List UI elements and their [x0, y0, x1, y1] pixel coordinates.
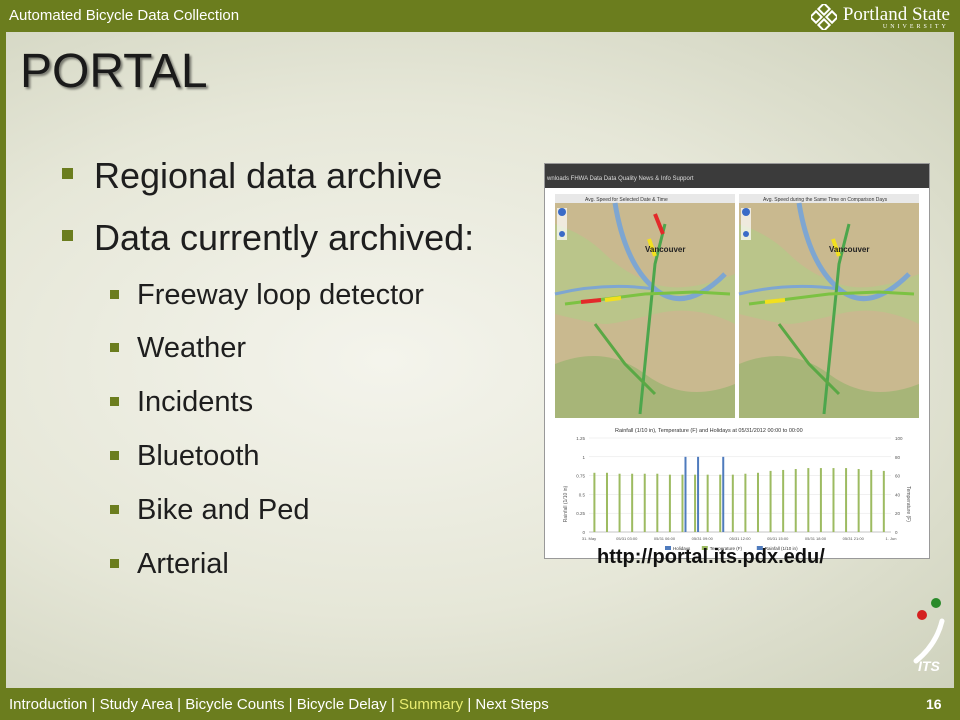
portal-website-screenshot: wnloads FHWA Data Data Quality News & In… — [544, 163, 930, 559]
sub-bullet-square-icon — [110, 290, 119, 299]
chart-temperature-bar — [870, 469, 873, 532]
psu-logo-icon — [810, 4, 837, 30]
chart-rainfall-bar — [684, 456, 687, 532]
weather-chart: Rainfall (1/10 in), Temperature (F) and … — [563, 428, 911, 551]
chart-left-tick: 0 — [582, 530, 585, 535]
chart-temperature-bar — [832, 468, 835, 532]
sub-bullet-item: Bike and Ped — [137, 494, 310, 526]
chart-temperature-bar — [744, 473, 747, 532]
sub-bullet-item: Weather — [137, 332, 247, 364]
chart-temperature-bar — [643, 473, 646, 532]
sub-bullet-square-icon — [110, 559, 119, 568]
chart-rainfall-bar — [697, 456, 700, 532]
nav-introduction[interactable]: Introduction — [9, 696, 87, 713]
chart-temperature-bar — [656, 473, 659, 532]
chart-temperature-bar — [706, 474, 709, 532]
map-left-title: Avg. Speed for Selected Date & Time — [585, 197, 668, 203]
map-left-city: Vancouver — [645, 245, 685, 254]
nav-summary[interactable]: Summary — [399, 696, 463, 713]
sub-bullet-square-icon — [110, 397, 119, 406]
chart-right-tick: 100 — [895, 436, 903, 441]
chart-temperature-bar — [882, 470, 885, 532]
speed-map-right: Avg. Speed during the Same Time on Compa… — [738, 194, 919, 418]
sub-bullet-item: Bluetooth — [137, 440, 260, 472]
slide-title: PORTAL — [20, 45, 208, 98]
chart-temperature-bar — [719, 474, 722, 532]
chart-x-tick: 05/31 09:00 — [692, 536, 714, 541]
logo-name: Portland State — [842, 3, 950, 25]
slide: Automated Bicycle Data Collection Portla… — [0, 0, 960, 720]
logo-subtitle: UNIVERSITY — [882, 23, 949, 30]
chart-right-tick: 0 — [895, 530, 898, 535]
chart-left-tick: 0.75 — [576, 474, 585, 479]
chart-x-tick: 05/31 15:00 — [767, 536, 789, 541]
sub-bullet-item: Arterial — [137, 548, 229, 580]
chart-temperature-bar — [605, 472, 608, 532]
section-nav: Introduction | Study Area | Bicycle Coun… — [9, 696, 549, 713]
svg-text:ITS: ITS — [918, 658, 940, 674]
sub-bullet-square-icon — [110, 505, 119, 514]
chart-temperature-bar — [593, 472, 596, 532]
chart-temperature-bar — [631, 473, 634, 532]
chart-left-tick: 1.25 — [576, 436, 585, 441]
chart-x-tick: 1. Jun — [886, 536, 897, 541]
bullet-square-icon — [62, 168, 73, 179]
chart-temperature-bar — [756, 472, 759, 532]
speed-map-left: Avg. Speed for Selected Date & Time Vanc… — [554, 194, 735, 418]
sub-bullet-item: Incidents — [137, 386, 254, 418]
map-right-title: Avg. Speed during the Same Time on Compa… — [763, 197, 888, 203]
chart-temperature-bar — [807, 468, 810, 532]
psu-logo: Portland State UNIVERSITY — [810, 2, 950, 32]
chart-right-axis-label: Temperature (F) — [905, 486, 911, 522]
portal-url-link[interactable]: http://portal.its.pdx.edu/ — [597, 546, 825, 569]
chart-right-tick: 80 — [895, 455, 901, 460]
sub-bullet-square-icon — [110, 451, 119, 460]
chart-x-tick: 05/31 12:00 — [729, 536, 751, 541]
chart-temperature-bar — [782, 469, 785, 532]
nav-next-steps[interactable]: Next Steps — [475, 696, 548, 713]
chart-temperature-bar — [668, 474, 671, 532]
nav-study-area[interactable]: Study Area — [100, 696, 173, 713]
chart-temperature-bar — [769, 470, 772, 532]
chart-title: Rainfall (1/10 in), Temperature (F) and … — [615, 428, 803, 434]
chart-temperature-bar — [857, 469, 860, 532]
screenshot-nav: wnloads FHWA Data Data Quality News & In… — [546, 176, 694, 182]
chart-left-tick: 0.25 — [576, 511, 585, 516]
its-logo-icon: ITS — [913, 598, 945, 674]
chart-temperature-bar — [845, 468, 848, 532]
chart-left-axis-label: Rainfall (1/10 in) — [563, 485, 569, 522]
chart-right-tick: 20 — [895, 511, 901, 516]
chart-left-tick: 0.5 — [579, 492, 586, 497]
chart-left-tick: 1 — [582, 455, 585, 460]
bullet-square-icon — [62, 230, 73, 241]
chart-rainfall-bar — [722, 456, 725, 532]
chart-x-tick: 05/31 21:00 — [843, 536, 865, 541]
sub-bullet-item: Freeway loop detector — [137, 279, 424, 311]
map-right-city: Vancouver — [829, 245, 869, 254]
chart-x-tick: 31. May — [582, 536, 596, 541]
chart-x-tick: 05/31 03:00 — [616, 536, 638, 541]
bullet-item: Data currently archived: — [94, 217, 475, 258]
chart-x-tick: 05/31 06:00 — [654, 536, 676, 541]
chart-temperature-bar — [618, 473, 621, 532]
nav-bicycle-counts[interactable]: Bicycle Counts — [185, 696, 284, 713]
chart-temperature-bar — [731, 474, 734, 532]
presentation-title: Automated Bicycle Data Collection — [9, 7, 240, 24]
sub-bullet-square-icon — [110, 343, 119, 352]
page-number: 16 — [926, 696, 942, 712]
chart-temperature-bar — [681, 474, 684, 532]
chart-temperature-bar — [694, 474, 697, 532]
bullet-item: Regional data archive — [94, 155, 443, 196]
chart-right-tick: 60 — [895, 474, 901, 479]
chart-x-tick: 05/31 18:00 — [805, 536, 827, 541]
chart-temperature-bar — [819, 468, 822, 532]
nav-bicycle-delay[interactable]: Bicycle Delay — [297, 696, 387, 713]
chart-right-tick: 40 — [895, 492, 901, 497]
chart-temperature-bar — [794, 469, 797, 532]
